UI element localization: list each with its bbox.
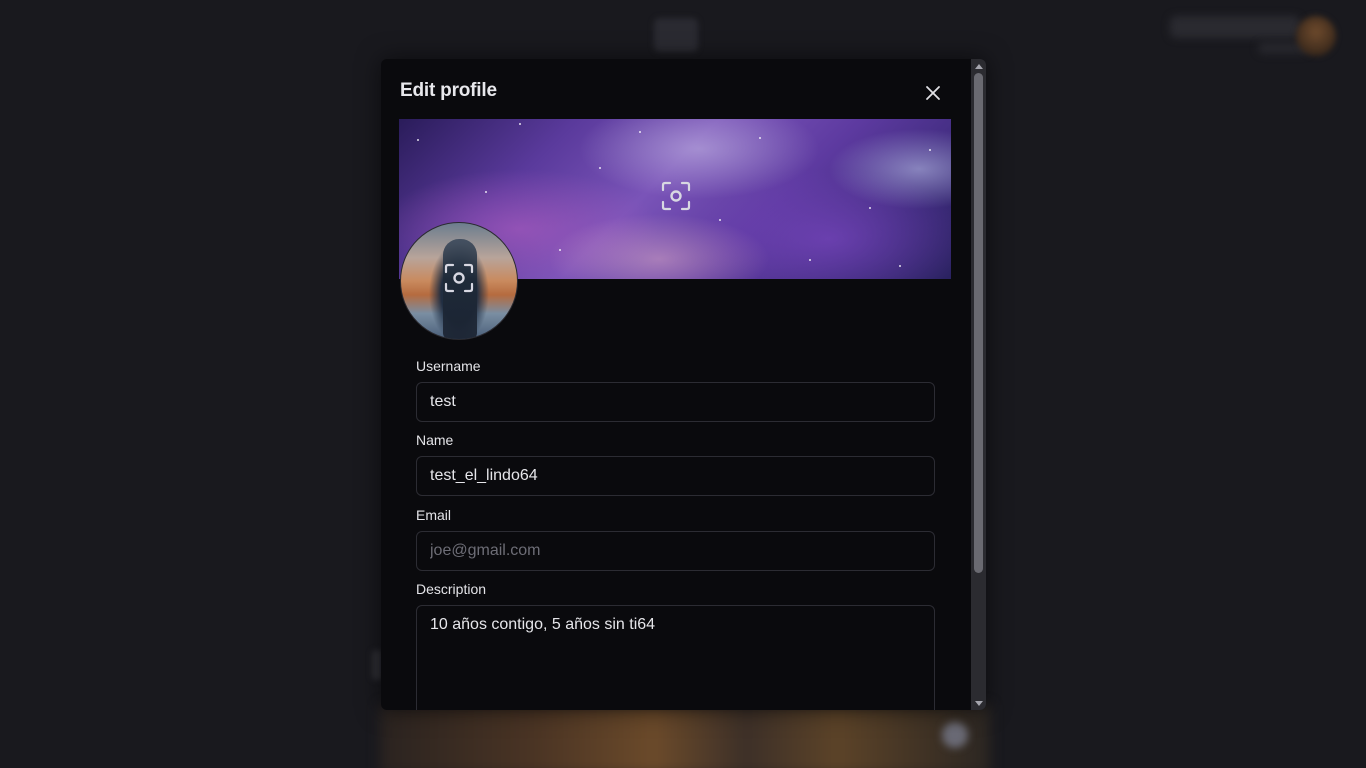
description-label: Description <box>416 581 487 597</box>
email-input[interactable] <box>416 531 935 571</box>
name-input[interactable] <box>416 456 935 496</box>
avatar-image[interactable] <box>400 222 518 340</box>
camera-focus-icon[interactable] <box>660 180 692 212</box>
camera-focus-icon[interactable] <box>443 262 475 294</box>
edit-profile-dialog: Edit profile Username test Name test_el_… <box>381 59 986 710</box>
arrow-down-icon <box>974 700 983 706</box>
background-user-name <box>1170 16 1300 38</box>
description-textarea[interactable]: 10 años contigo, 5 años sin ti64 <box>416 605 935 710</box>
username-input[interactable] <box>416 382 935 422</box>
scroll-down-arrow[interactable] <box>971 696 986 710</box>
dialog-content: Edit profile Username test Name test_el_… <box>381 59 971 710</box>
scrollbar-thumb[interactable] <box>974 73 983 573</box>
close-icon <box>926 86 940 100</box>
background-user-avatar <box>1296 16 1336 56</box>
scroll-up-arrow[interactable] <box>971 59 986 73</box>
close-button[interactable] <box>919 79 947 107</box>
arrow-up-icon <box>974 63 983 69</box>
name-label: Name <box>416 432 454 448</box>
background-action-button <box>942 722 968 748</box>
dialog-scrollbar[interactable] <box>971 59 986 710</box>
dialog-title: Edit profile <box>400 80 497 101</box>
background-post-image <box>380 705 990 768</box>
username-label: Username <box>416 358 481 374</box>
background-logo <box>654 18 698 52</box>
email-label: Email <box>416 507 452 523</box>
